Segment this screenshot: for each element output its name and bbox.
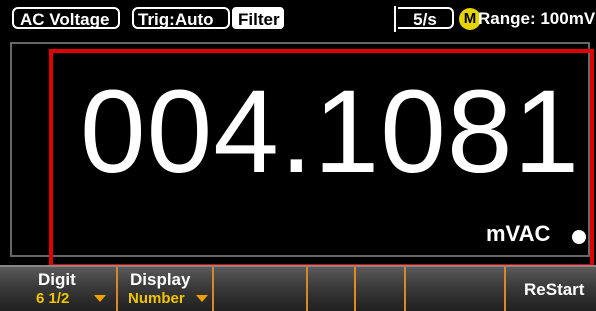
range-indicator: Range: 100mV [478, 9, 596, 28]
softkey-display[interactable]: Display Number [118, 267, 214, 311]
measurement-unit: mVAC [486, 221, 551, 246]
chevron-down-icon [196, 295, 208, 302]
trigger-indicator: Trig:Auto [132, 7, 230, 29]
softkey-bar: Digit 6 1/2 Display Number ReStart [0, 265, 596, 311]
measurement-reading: 004.1081 [80, 66, 581, 198]
softkey-label: Digit [38, 270, 76, 289]
softkey-5[interactable] [356, 267, 406, 311]
status-dot-icon [572, 230, 586, 244]
status-separator [394, 6, 396, 32]
filter-indicator: Filter [232, 7, 284, 29]
function-indicator: AC Voltage [12, 7, 120, 29]
softkey-label: Display [130, 270, 191, 289]
softkey-value: Number [128, 290, 185, 307]
softkey-3[interactable] [214, 267, 308, 311]
softkey-4[interactable] [308, 267, 356, 311]
multimeter-screen: AC Voltage Trig:Auto Filter 5/s M Range:… [0, 0, 596, 311]
rate-indicator: 5/s [398, 7, 454, 29]
softkey-digit[interactable]: Digit 6 1/2 [0, 267, 118, 311]
status-bar: AC Voltage Trig:Auto Filter 5/s M Range:… [0, 0, 596, 34]
softkey-value: 6 1/2 [36, 290, 70, 307]
chevron-down-icon [94, 295, 106, 302]
softkey-restart[interactable]: ReStart [506, 267, 596, 311]
softkey-6[interactable] [406, 267, 506, 311]
softkey-label: ReStart [524, 280, 585, 299]
